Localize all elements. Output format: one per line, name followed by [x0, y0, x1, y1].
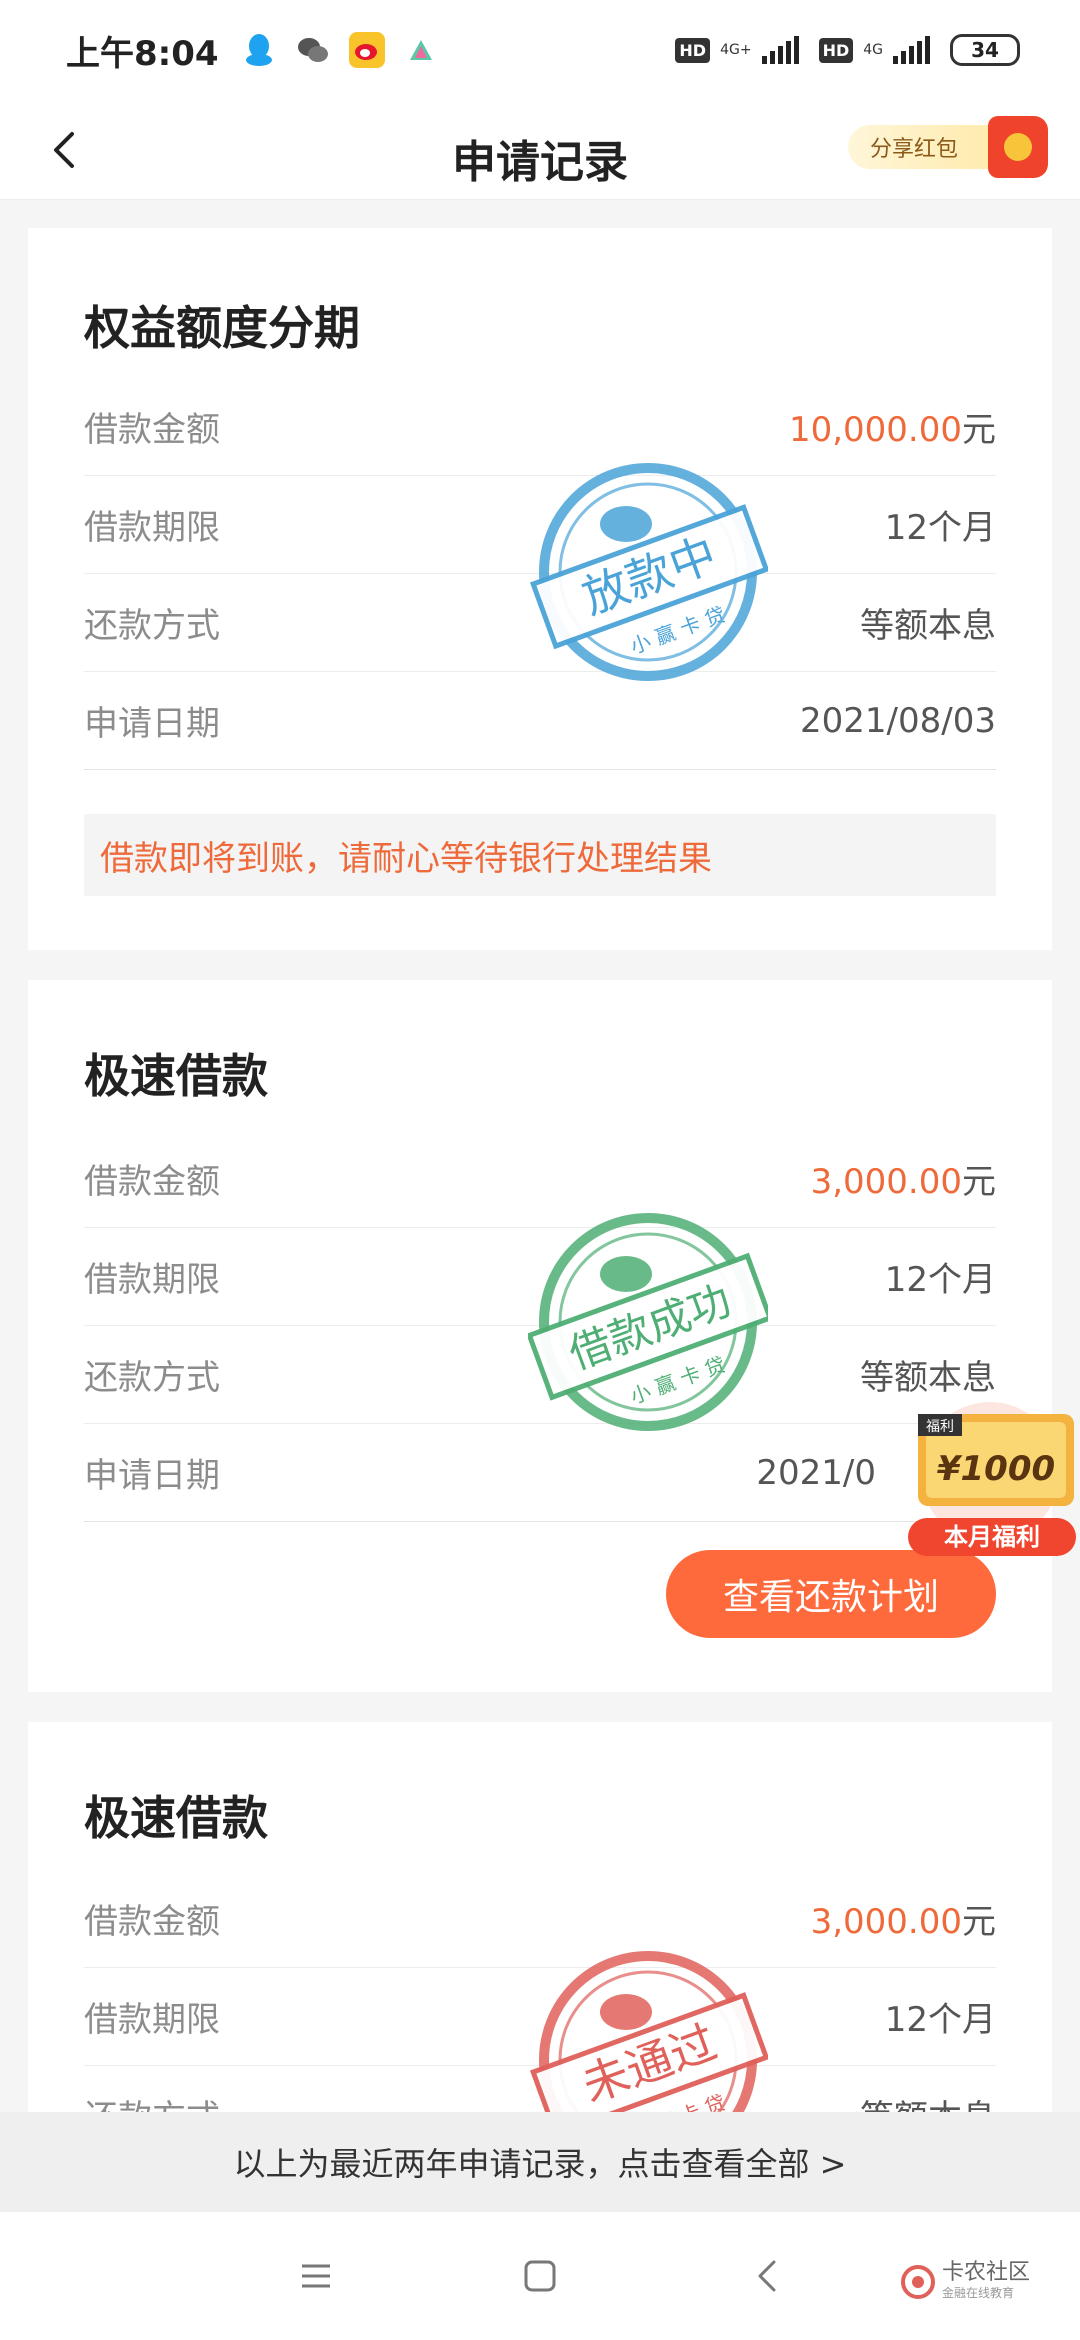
value-date: 2021/08/03: [800, 700, 996, 741]
battery-level: 34: [971, 38, 999, 62]
watermark-text: 卡农社区 金融在线教育: [942, 2262, 1030, 2301]
amount-unit: 元: [962, 1162, 996, 1202]
value-repay: 等额本息: [860, 606, 996, 646]
home-icon[interactable]: [516, 2252, 564, 2300]
card-title: 权益额度分期: [84, 301, 360, 355]
record-card-2[interactable]: 极速借款 借款金额 3,000.00元 借款期限 12个月 还款方式 等额本息 …: [28, 980, 1052, 1692]
value-repay: 等额本息: [860, 1358, 996, 1398]
signal-icon-2: [893, 36, 930, 64]
watermark-logo-icon: [901, 2264, 935, 2299]
red-packet-icon: [988, 116, 1048, 178]
label-date: 申请日期: [84, 1456, 220, 1496]
label-amount: 借款金额: [84, 1162, 220, 1202]
value-amount: 3,000.00元: [811, 1894, 996, 1943]
app-icon: [402, 32, 439, 68]
signal-icon: [761, 36, 799, 64]
welfare-amount: ¥1000: [937, 1449, 1055, 1489]
record-card-1[interactable]: 权益额度分期 借款金额 10,000.00元 借款期限 12个月 还款方式 等额…: [28, 228, 1052, 950]
weibo-icon: [348, 32, 385, 68]
status-bar: 上午8:04 HD 4G+ HD 4G 34: [0, 0, 1080, 100]
stamp-lending: 放款中 小 赢 卡 贷: [529, 463, 768, 681]
status-right: HD 4G+ HD 4G 34: [675, 34, 1020, 66]
amount-number: 3,000.00: [810, 1902, 962, 1942]
amount-unit: 元: [962, 1902, 996, 1942]
welfare-coupon-icon: 福利 ¥1000 本月福利: [908, 1402, 1076, 1556]
watermark: 卡农社区 金融在线教育: [900, 2262, 1030, 2301]
label-repay: 还款方式: [84, 1358, 220, 1398]
hd-badge-2: HD: [818, 37, 854, 63]
label-date: 申请日期: [84, 704, 220, 744]
amount-number: 3,000.00: [810, 1162, 962, 1202]
nav-bar: 申请记录 分享红包: [0, 100, 1080, 200]
status-notice: 借款即将到账，请耐心等待银行处理结果: [84, 814, 996, 896]
value-term: 12个月: [884, 508, 996, 548]
monthly-welfare-float[interactable]: 福利 ¥1000 本月福利: [904, 1400, 1080, 1560]
label-repay: 还款方式: [84, 606, 220, 646]
value-amount: 10,000.00元: [789, 402, 996, 451]
menu-icon[interactable]: [292, 2252, 340, 2300]
label-term: 借款期限: [84, 1260, 220, 1300]
card-title: 极速借款: [84, 1049, 268, 1103]
record-card-3[interactable]: 极速借款 借款金额 3,000.00元 借款期限 12个月 还款方式 等额本息 …: [28, 1722, 1052, 2142]
label-amount: 借款金额: [84, 1902, 220, 1942]
system-nav-bar: 卡农社区 金融在线教育: [0, 2212, 1080, 2340]
label-term: 借款期限: [84, 2000, 220, 2040]
welfare-tag: 福利: [926, 1419, 954, 1435]
battery-icon: 34: [950, 34, 1020, 66]
repayment-plan-button[interactable]: 查看还款计划: [666, 1550, 996, 1638]
amount-unit: 元: [962, 410, 996, 450]
value-term: 12个月: [884, 1260, 996, 1300]
back-nav-icon[interactable]: [744, 2252, 792, 2300]
view-all-records-link[interactable]: 以上为最近两年申请记录，点击查看全部 >: [0, 2112, 1080, 2212]
welfare-label: 本月福利: [944, 1523, 1040, 1551]
status-time: 上午8:04: [66, 33, 219, 74]
amount-number: 10,000.00: [788, 410, 962, 450]
network-type-2: 4G: [863, 42, 883, 58]
label-term: 借款期限: [84, 508, 220, 548]
network-type-1: 4G+: [720, 42, 752, 58]
status-notification-icons: [240, 32, 439, 68]
share-redpacket-button[interactable]: 分享红包: [848, 116, 1048, 178]
value-amount: 3,000.00元: [811, 1154, 996, 1203]
label-amount: 借款金额: [84, 410, 220, 450]
hd-badge: HD: [675, 37, 711, 63]
wechat-icon: [294, 32, 331, 68]
watermark-name: 卡农社区: [942, 2260, 1031, 2285]
stamp-success: 借款成功 小 赢 卡 贷: [528, 1213, 768, 1431]
share-label: 分享红包: [870, 137, 959, 162]
watermark-sub: 金融在线教育: [942, 2286, 1015, 2300]
value-date: 2021/0: [756, 1452, 876, 1493]
qq-icon: [240, 32, 277, 68]
value-term: 12个月: [884, 2000, 996, 2040]
card-title: 极速借款: [84, 1791, 268, 1845]
